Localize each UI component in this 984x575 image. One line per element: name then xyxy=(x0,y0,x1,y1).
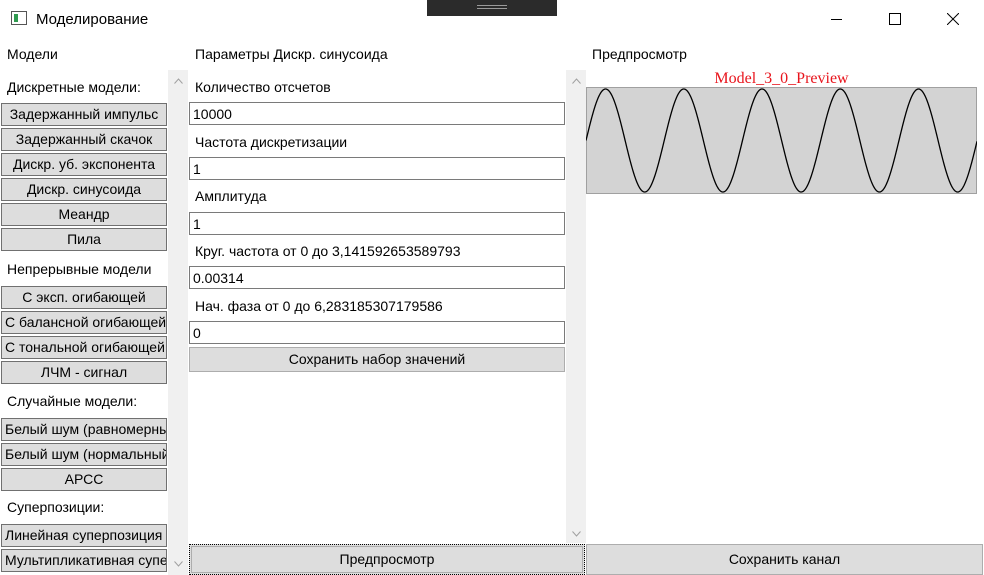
count-field[interactable] xyxy=(189,102,565,125)
lfm-signal-button[interactable]: ЛЧМ - сигнал xyxy=(1,361,167,384)
chart-title: Model_3_0_Preview xyxy=(714,70,849,87)
params-header: Параметры Дискр. синусоида xyxy=(195,46,388,62)
title-bar: Моделирование xyxy=(0,0,984,38)
drag-handle[interactable] xyxy=(427,0,557,16)
scroll-down-icon[interactable] xyxy=(170,555,187,572)
arss-button[interactable]: АРСС xyxy=(1,468,167,491)
discrete-sinusoid-button[interactable]: Дискр. синусоида xyxy=(1,178,167,201)
frequency-field[interactable] xyxy=(189,266,565,289)
count-label: Количество отсчетов xyxy=(195,79,331,95)
sample-rate-field[interactable] xyxy=(189,157,565,180)
preview-chart xyxy=(586,87,977,194)
meander-button[interactable]: Меандр xyxy=(1,203,167,226)
maximize-icon xyxy=(889,13,901,25)
sample-rate-label: Частота дискретизации xyxy=(195,134,348,150)
minimize-icon xyxy=(831,19,842,20)
frequency-label: Круг. частота от 0 до 3,141592653589793 xyxy=(195,243,461,259)
scroll-up-icon[interactable] xyxy=(170,72,187,89)
close-icon xyxy=(947,13,959,25)
multiplicative-superposition-button[interactable]: Мультипликативная суперпозиция xyxy=(1,549,167,572)
exp-envelope-button[interactable]: С эксп. огибающей xyxy=(1,286,167,309)
delayed-impulse-button[interactable]: Задержанный импульс xyxy=(1,103,167,126)
models-scrollbar[interactable] xyxy=(168,70,188,575)
models-header: Модели xyxy=(7,46,58,62)
preview-button[interactable]: Предпросмотр xyxy=(189,544,585,575)
section-discrete: Дискретные модели: xyxy=(7,79,141,95)
section-superpositions: Суперпозиции: xyxy=(7,499,105,515)
amplitude-field[interactable] xyxy=(189,212,565,235)
phase-label: Нач. фаза от 0 до 6,283185307179586 xyxy=(195,298,443,314)
minimize-button[interactable] xyxy=(808,0,866,38)
section-continuous: Непрерывные модели xyxy=(7,261,152,277)
balance-envelope-button[interactable]: С балансной огибающей xyxy=(1,311,167,334)
white-noise-normal-button[interactable]: Белый шум (нормальный) xyxy=(1,443,167,466)
discrete-exponent-button[interactable]: Дискр. уб. экспонента xyxy=(1,153,167,176)
scroll-down-icon[interactable] xyxy=(568,525,585,542)
white-noise-uniform-button[interactable]: Белый шум (равномерный) xyxy=(1,418,167,441)
scroll-up-icon[interactable] xyxy=(568,72,585,89)
preview-header: Предпросмотр xyxy=(592,46,687,62)
app-icon xyxy=(11,11,27,25)
save-channel-button[interactable]: Сохранить канал xyxy=(586,544,983,575)
section-random: Случайные модели: xyxy=(7,393,138,409)
delayed-step-button[interactable]: Задержанный скачок xyxy=(1,128,167,151)
tonal-envelope-button[interactable]: С тональной огибающей xyxy=(1,336,167,359)
saw-button[interactable]: Пила xyxy=(1,228,167,251)
window-title: Моделирование xyxy=(36,11,149,28)
linear-superposition-button[interactable]: Линейная суперпозиция xyxy=(1,524,167,547)
close-button[interactable] xyxy=(924,0,982,38)
save-values-button[interactable]: Сохранить набор значений xyxy=(189,347,565,372)
maximize-button[interactable] xyxy=(866,0,924,38)
params-scrollbar[interactable] xyxy=(566,70,586,543)
phase-field[interactable] xyxy=(189,321,565,344)
amplitude-label: Амплитуда xyxy=(195,188,267,204)
